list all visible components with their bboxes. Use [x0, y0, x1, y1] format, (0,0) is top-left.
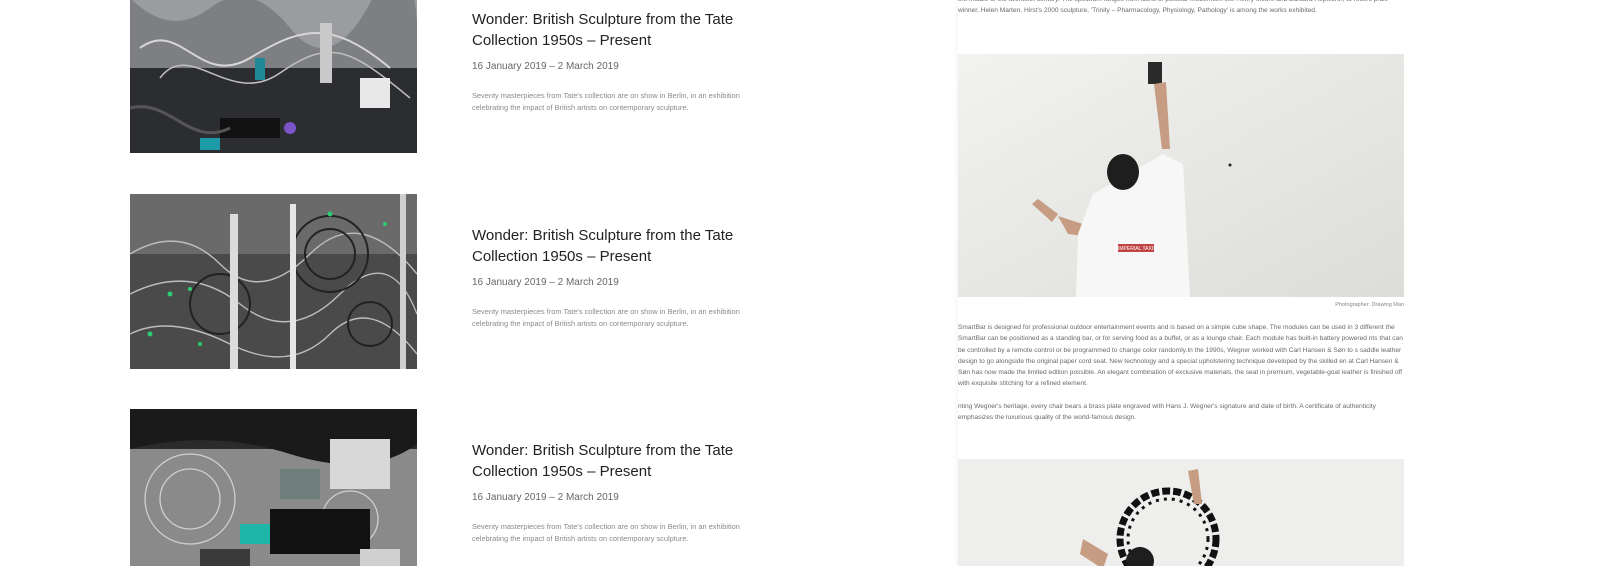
- exhibition-dates: 16 January 2019 – 2 March 2019: [472, 277, 619, 288]
- exhibition-description: Seventy masterpieces from Tate's collect…: [472, 522, 740, 543]
- exhibition-info: Wonder: British Sculpture from the Tate …: [472, 440, 772, 545]
- article-paragraph: nting Wegner's heritage, every chair bea…: [958, 403, 1376, 422]
- exhibition-description: Seventy masterpieces from Tate's collect…: [472, 307, 740, 328]
- artist-painting-wall-photo: IMPERIAL TAXIS: [958, 54, 1404, 297]
- article-column: the middle of the twentieth century. The…: [958, 0, 1600, 566]
- exhibition-dates: 16 January 2019 – 2 March 2019: [472, 492, 619, 503]
- shirt-print-text: IMPERIAL TAXIS: [1118, 246, 1157, 252]
- abstract-painting-image: [130, 0, 417, 153]
- article-photo: [958, 459, 1404, 566]
- exhibition-title[interactable]: Wonder: British Sculpture from the Tate …: [472, 9, 772, 51]
- photo-caption: Photographer: Drawing Man: [1335, 302, 1404, 308]
- exhibition-dates: 16 January 2019 – 2 March 2019: [472, 61, 619, 72]
- exhibition-card[interactable]: Wonder: British Sculpture from the Tate …: [130, 409, 830, 566]
- abstract-painting-image: [130, 409, 417, 566]
- exhibition-thumbnail[interactable]: [130, 409, 417, 566]
- exhibition-thumbnail[interactable]: [130, 194, 417, 369]
- exhibition-card[interactable]: Wonder: British Sculpture from the Tate …: [130, 194, 830, 370]
- article-paragraph: SmartBar is designed for professional ou…: [958, 324, 1403, 388]
- exhibition-info: Wonder: British Sculpture from the Tate …: [472, 225, 772, 330]
- article-paragraph: the middle of the twentieth century. The…: [958, 0, 1388, 15]
- exhibition-card[interactable]: Wonder: British Sculpture from the Tate …: [130, 0, 830, 154]
- exhibition-info: Wonder: British Sculpture from the Tate …: [472, 9, 772, 114]
- abstract-painting-image: [130, 194, 417, 369]
- exhibition-description: Seventy masterpieces from Tate's collect…: [472, 91, 740, 112]
- exhibition-list: Wonder: British Sculpture from the Tate …: [0, 0, 958, 566]
- exhibition-title[interactable]: Wonder: British Sculpture from the Tate …: [472, 225, 772, 267]
- artist-brush-circle-photo: [958, 459, 1404, 566]
- exhibition-title[interactable]: Wonder: British Sculpture from the Tate …: [472, 440, 772, 482]
- article-photo: IMPERIAL TAXIS: [958, 54, 1404, 297]
- exhibition-thumbnail[interactable]: [130, 0, 417, 153]
